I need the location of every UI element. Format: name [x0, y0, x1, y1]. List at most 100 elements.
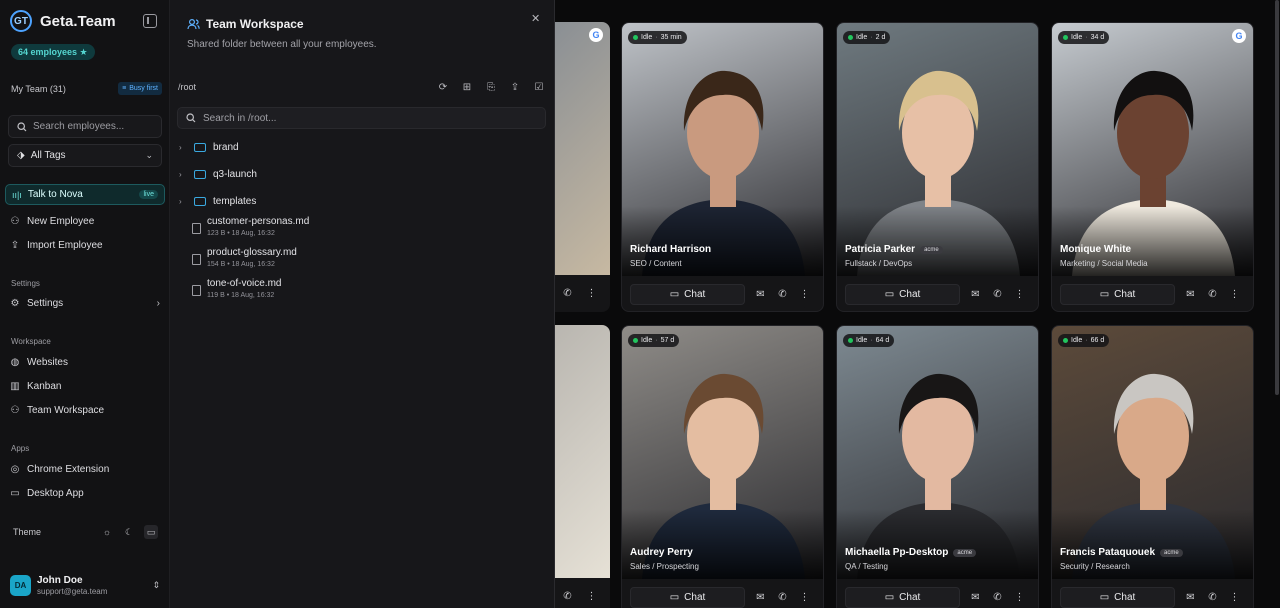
employee-card[interactable]: Idle · 64 d Michaella Pp-Desktop acme QA / … — [836, 325, 1039, 608]
search-icon — [186, 113, 196, 123]
more-icon[interactable]: ⋮ — [1228, 288, 1241, 301]
phone-icon[interactable]: ✆ — [776, 591, 789, 604]
team-label: My Team (31) — [11, 83, 66, 94]
workspace-search-input[interactable] — [203, 112, 523, 124]
brand[interactable]: GT Geta.Team — [10, 10, 116, 32]
path-bar: /root ⟳ ⊞ ⎘ ⇪ ☑ — [178, 80, 546, 94]
employee-photo — [837, 326, 1038, 579]
new-file-icon[interactable]: ⎘ — [484, 80, 498, 94]
folder-row[interactable]: › templates — [179, 196, 256, 207]
chevron-right-icon: › — [179, 143, 182, 152]
employee-card[interactable]: Idle · 34 d G Monique White Marketing / So… — [1051, 22, 1254, 312]
sidebar-item-settings[interactable]: ⚙ Settings › — [10, 298, 160, 309]
card-actions: ▭ Chat ✉ ✆ ⋮ — [845, 587, 1032, 608]
more-icon[interactable]: ⋮ — [585, 590, 598, 603]
mail-icon[interactable]: ✉ — [754, 591, 767, 604]
employee-card[interactable]: Idle · 2 d Patricia Parker acme Fullstack /… — [836, 22, 1039, 312]
more-icon[interactable]: ⋮ — [585, 287, 598, 300]
desktop-app-label: Desktop App — [27, 488, 84, 499]
select-icon[interactable]: ☑ — [532, 80, 546, 94]
new-folder-icon[interactable]: ⊞ — [460, 80, 474, 94]
sidebar-item-kanban[interactable]: ▥ Kanban — [10, 381, 160, 392]
status-badge: Idle · 57 d — [628, 334, 680, 347]
phone-icon[interactable]: ✆ — [561, 590, 574, 603]
settings-label: Settings — [27, 298, 64, 309]
phone-icon[interactable]: ✆ — [991, 591, 1004, 604]
more-icon[interactable]: ⋮ — [798, 591, 811, 604]
tags-select[interactable]: ⬗ All Tags ⌄ — [8, 144, 162, 167]
more-icon[interactable]: ⋮ — [1228, 591, 1241, 604]
team-workspace-panel: Team Workspace Shared folder between all… — [170, 0, 555, 608]
sidebar-item-websites[interactable]: ◍ Websites — [10, 357, 160, 368]
employee-card-partial[interactable]: G ✆ ⋮ — [555, 22, 610, 312]
chat-button[interactable]: ▭ Chat — [1060, 284, 1175, 305]
refresh-icon[interactable]: ⟳ — [436, 80, 450, 94]
sidebar-toggle-icon[interactable] — [143, 14, 157, 28]
user-menu[interactable]: DA John Doe support@geta.team ⇕ — [10, 575, 160, 596]
scrollbar[interactable] — [1275, 0, 1279, 395]
employee-card[interactable]: Idle · 66 d Francis Pataquouek acme Securit… — [1051, 325, 1254, 608]
employee-role: Fullstack / DevOps — [845, 259, 913, 268]
phone-icon[interactable]: ✆ — [776, 288, 789, 301]
mail-icon[interactable]: ✉ — [1184, 591, 1197, 604]
search-icon — [17, 121, 27, 131]
employee-search-input[interactable] — [33, 121, 153, 132]
upload-icon[interactable]: ⇪ — [508, 80, 522, 94]
sidebar-item-team-workspace[interactable]: ⚇ Team Workspace — [10, 405, 160, 416]
folder-name: brand — [213, 142, 239, 153]
more-icon[interactable]: ⋮ — [1013, 288, 1026, 301]
talk-to-nova-button[interactable]: ıı|ı Talk to Nova live — [5, 184, 165, 205]
moon-icon[interactable]: ☾ — [122, 525, 136, 539]
chat-button[interactable]: ▭ Chat — [630, 284, 745, 305]
more-icon[interactable]: ⋮ — [1013, 591, 1026, 604]
tag-icon: ⬗ — [17, 150, 25, 161]
busy-first-label: Busy first — [129, 85, 158, 92]
mail-icon[interactable]: ✉ — [754, 288, 767, 301]
employee-role: Security / Research — [1060, 562, 1130, 571]
import-employee-button[interactable]: ⇪ Import Employee — [10, 240, 160, 251]
file-row[interactable]: product-glossary.md 154 B • 18 Aug, 16:32 — [192, 247, 297, 268]
folder-row[interactable]: › brand — [179, 142, 239, 153]
kanban-icon: ▥ — [10, 381, 20, 392]
file-row[interactable]: tone-of-voice.md 119 B • 18 Aug, 16:32 — [192, 278, 281, 299]
phone-icon[interactable]: ✆ — [561, 287, 574, 300]
chat-button[interactable]: ▭ Chat — [845, 284, 960, 305]
close-icon[interactable]: ✕ — [531, 12, 540, 25]
card-actions: ▭ Chat ✉ ✆ ⋮ — [1060, 587, 1247, 608]
employee-search — [8, 115, 162, 138]
chat-bubble-icon: ▭ — [884, 592, 895, 603]
phone-icon[interactable]: ✆ — [1206, 591, 1219, 604]
new-employee-label: New Employee — [27, 216, 95, 227]
busy-first-button[interactable]: ≡ Busy first — [118, 82, 162, 95]
status-badge: Idle · 35 min — [628, 31, 687, 44]
upload-icon: ⇪ — [10, 240, 20, 251]
mail-icon[interactable]: ✉ — [969, 591, 982, 604]
card-actions: ▭ Chat ✉ ✆ ⋮ — [1060, 284, 1247, 305]
tag-badge: acme — [920, 245, 943, 254]
mail-icon[interactable]: ✉ — [1184, 288, 1197, 301]
sidebar-item-chrome-extension[interactable]: ◎ Chrome Extension — [10, 464, 160, 475]
mail-icon[interactable]: ✉ — [969, 288, 982, 301]
phone-icon[interactable]: ✆ — [991, 288, 1004, 301]
folder-row[interactable]: › q3-launch — [179, 169, 257, 180]
employee-photo — [1052, 326, 1253, 579]
monitor-theme-icon[interactable]: ▭ — [144, 525, 158, 539]
phone-icon[interactable]: ✆ — [1206, 288, 1219, 301]
employee-card-partial[interactable]: ✆ ⋮ — [555, 325, 610, 608]
employee-card[interactable]: Idle · 35 min Richard Harrison SEO / Conte… — [621, 22, 824, 312]
status-badge: Idle · 2 d — [843, 31, 891, 44]
chat-button[interactable]: ▭ Chat — [845, 587, 960, 608]
sidebar-item-desktop-app[interactable]: ▭ Desktop App — [10, 488, 160, 499]
chat-bubble-icon: ▭ — [884, 289, 895, 300]
more-icon[interactable]: ⋮ — [798, 288, 811, 301]
employee-card[interactable]: Idle · 57 d Audrey Perry Sales / Prospecti… — [621, 325, 824, 608]
card-actions: ▭ Chat ✉ ✆ ⋮ — [845, 284, 1032, 305]
file-row[interactable]: customer-personas.md 123 B • 18 Aug, 16:3… — [192, 216, 309, 237]
chat-button[interactable]: ▭ Chat — [630, 587, 745, 608]
sun-icon[interactable]: ☼ — [100, 525, 114, 539]
chat-button[interactable]: ▭ Chat — [1060, 587, 1175, 608]
google-icon: G — [1232, 29, 1246, 43]
chevrons-up-down-icon: ⇕ — [152, 580, 160, 590]
user-email: support@geta.team — [37, 587, 108, 596]
new-employee-button[interactable]: ⚇ New Employee — [10, 216, 160, 227]
